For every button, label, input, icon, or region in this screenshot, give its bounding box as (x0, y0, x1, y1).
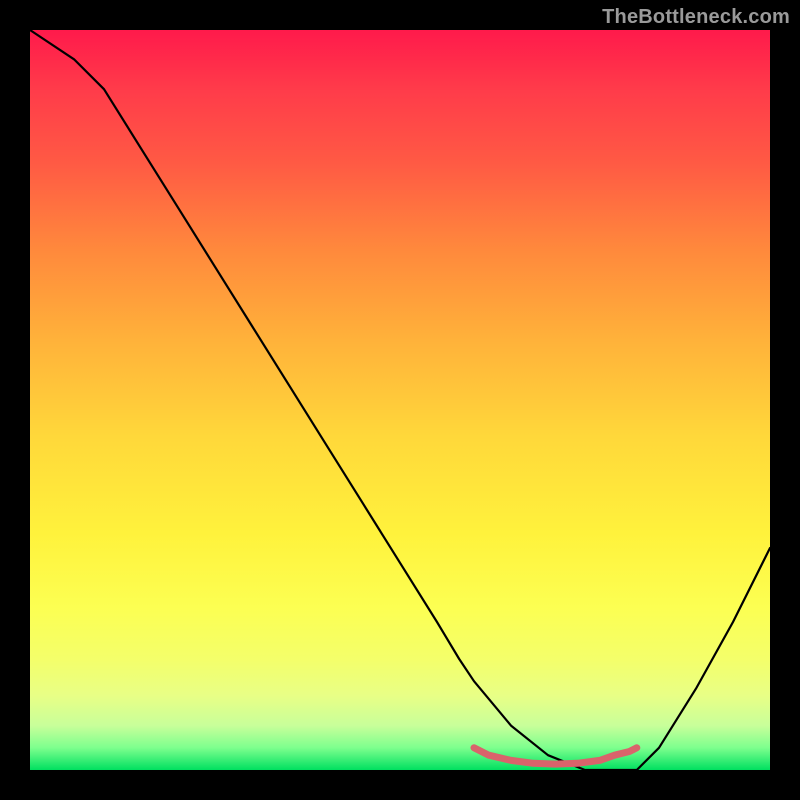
watermark-text: TheBottleneck.com (602, 6, 790, 29)
chart-plot-area (30, 30, 770, 770)
chart-frame: TheBottleneck.com (0, 0, 800, 800)
chart-svg (30, 30, 770, 770)
bottleneck-curve (30, 30, 770, 770)
sweet-spot-marker (474, 748, 637, 764)
